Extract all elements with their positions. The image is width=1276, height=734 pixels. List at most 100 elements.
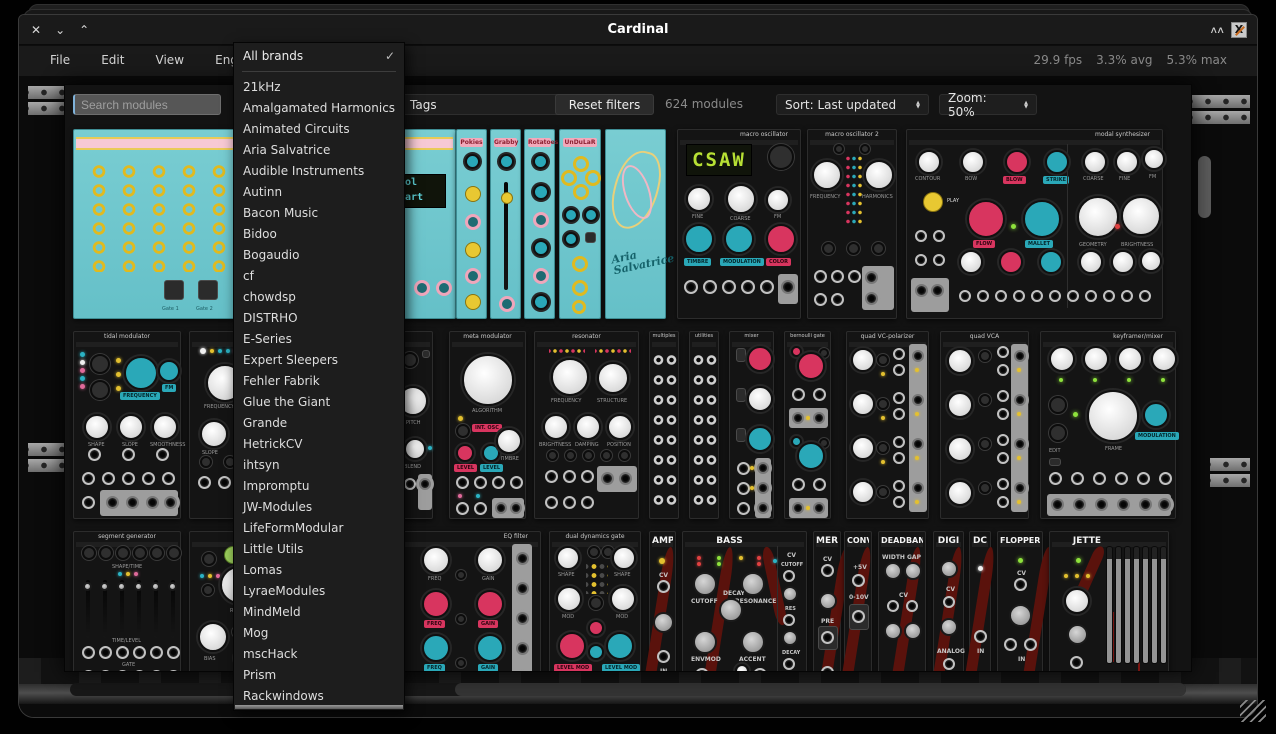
knob — [979, 482, 991, 494]
menu-item-brand[interactable]: LyraeModules — [234, 581, 404, 602]
knob — [834, 144, 844, 154]
jack — [997, 364, 1009, 376]
menu-item-brand[interactable]: ihtsyn — [234, 455, 404, 476]
search-input[interactable] — [73, 94, 221, 115]
menu-item-brand[interactable]: Bidoo — [234, 224, 404, 245]
module-card-mixer[interactable]: mixer — [729, 331, 774, 519]
menu-item-brand[interactable]: JW-Modules — [234, 497, 404, 518]
menu-item-brand[interactable]: chowdsp — [234, 287, 404, 308]
module-card-macro-oscillator[interactable]: macro oscillator CSAW FINE COARSE FM TIM… — [677, 129, 801, 319]
menu-item-brand[interactable]: Prism — [234, 665, 404, 686]
module-card-flopper[interactable]: FLOPPER CV IN — [997, 531, 1043, 672]
module-card-digi[interactable]: DIGI CV ANALOG — [933, 531, 964, 672]
menu-item-brand[interactable]: Expert Sleepers — [234, 350, 404, 371]
module-card-macro-oscillator-2[interactable]: macro oscillator 2 FREQUENCY HARMONICS — [807, 129, 897, 319]
jack — [814, 270, 827, 283]
zoom-select[interactable]: Zoom: 50% ▲▼ — [939, 94, 1037, 115]
menu-item-brand[interactable]: mscHack — [234, 644, 404, 665]
jack — [813, 502, 825, 514]
knob-ring — [499, 296, 515, 312]
module-card-tidal-modulator[interactable]: tidal modulator FREQUENCY FM SHAPE SLOPE… — [73, 331, 181, 519]
menu-item-brand[interactable]: Animated Circuits — [234, 119, 404, 140]
module-card-multiples[interactable]: multiples — [649, 331, 679, 519]
jack — [1121, 290, 1133, 302]
module-card-amp[interactable]: AMP CV IN — [649, 531, 676, 672]
knob — [967, 200, 1005, 238]
module-card-meta-modulator[interactable]: meta modulator ALGORITHM INT. OSC LEVEL … — [449, 331, 526, 519]
module-card-undular[interactable]: UnDuLaR — [559, 129, 601, 319]
menu-item-all-brands[interactable]: All brands ✓ — [234, 45, 404, 67]
jack — [99, 670, 112, 672]
menu-item-brand[interactable]: Lomas — [234, 560, 404, 581]
menu-item-brand[interactable]: Rackwindows — [234, 686, 404, 707]
menu-item-brand[interactable]: LifeFormModular — [234, 518, 404, 539]
resize-handle-icon[interactable] — [1240, 700, 1266, 722]
vertical-scrollbar-thumb[interactable] — [1198, 156, 1211, 218]
menu-item-brand[interactable]: Audible Instruments — [234, 161, 404, 182]
led — [1059, 378, 1063, 382]
knob — [90, 380, 110, 400]
menu-item-brand[interactable]: Impromptu — [234, 476, 404, 497]
label-chip: LEVEL — [480, 464, 503, 472]
menu-item-brand[interactable]: cf — [234, 266, 404, 287]
module-card-resonator[interactable]: resonator FREQUENCY STRUCTURE BRIGHTNESS… — [534, 331, 639, 519]
reset-filters-button[interactable]: Reset filters — [555, 94, 654, 115]
sort-select[interactable]: Sort: Last updated ▲▼ — [776, 94, 929, 115]
led — [210, 349, 214, 353]
menu-item-brand[interactable]: Fehler Fabrik — [234, 371, 404, 392]
jack — [865, 292, 878, 305]
module-card-mera[interactable]: MERA CV PRE — [813, 531, 841, 672]
module-card-quad-vc-polarizer[interactable]: quad VC-polarizer — [846, 331, 929, 519]
module-card-keyframer-mixer[interactable]: keyframer/mixer MODULATION FRAME EDIT — [1040, 331, 1176, 519]
module-card-bernoulli-gate[interactable]: bernoulli gate — [784, 331, 831, 519]
menu-item-brand[interactable]: Little Utils — [234, 539, 404, 560]
menu-item-brand[interactable]: MindMeld — [234, 602, 404, 623]
jack — [906, 600, 918, 612]
menu-item-brand[interactable]: Aria Salvatrice — [234, 140, 404, 161]
module-card-conv[interactable]: CONV +5V 0-10V 0-10V — [844, 531, 872, 672]
module-card-modal-synthesizer[interactable]: modal synthesizer CONTOUR BOW BLOW STRIK… — [906, 129, 1163, 319]
module-card-quad-vca[interactable]: quad VCA — [940, 331, 1029, 519]
jack — [1004, 638, 1017, 651]
x11-logo-icon[interactable]: X — [1231, 22, 1247, 38]
scroll-more-indicator[interactable] — [235, 705, 403, 709]
menu-item-brand[interactable]: DISTRHO — [234, 308, 404, 329]
menu-item-brand[interactable]: Autinn — [234, 182, 404, 203]
module-card-segment-generator[interactable]: segment generator SHAPE/TIME TIME/LEVEL … — [73, 531, 181, 672]
module-card-dc[interactable]: DC IN — [969, 531, 991, 672]
menu-edit[interactable]: Edit — [88, 46, 137, 74]
module-card-dual-dynamics-gate[interactable]: dual dynamics gate SHAPE SHAPE MOD MOD L… — [549, 531, 641, 672]
knob — [99, 546, 113, 560]
jack — [122, 448, 135, 461]
menu-item-brand[interactable]: Mog — [234, 623, 404, 644]
rail — [1192, 111, 1250, 124]
menu-item-brand[interactable]: Bogaudio — [234, 245, 404, 266]
menu-item-brand[interactable]: Glue the Giant — [234, 392, 404, 413]
module-card-grabby[interactable]: Grabby — [490, 129, 521, 319]
label-chip: MALLET — [1025, 240, 1053, 248]
menu-item-brand[interactable]: Amalgamated Harmonics — [234, 98, 404, 119]
module-card-jette[interactable]: JETTE IN/OCT — [1049, 531, 1169, 672]
module-card-deadband[interactable]: DEADBAND WIDTH GAP CV — [878, 531, 926, 672]
menu-item-brand[interactable]: 21kHz — [234, 77, 404, 98]
module-card-bass[interactable]: BASS CUTOFF RESONANCE DECAY ENVMOD ACCEN… — [682, 531, 807, 672]
horizontal-scrollbar-thumb[interactable] — [455, 683, 1186, 696]
knob — [588, 620, 604, 636]
module-card-utilities[interactable]: utilities — [689, 331, 719, 519]
label-chip: FLOW — [973, 240, 995, 248]
menu-view[interactable]: View — [143, 46, 197, 74]
module-card-rotatoes[interactable]: Rotatoes — [524, 129, 555, 319]
menu-item-brand[interactable]: Bacon Music — [234, 203, 404, 224]
knob — [533, 294, 549, 310]
menu-item-brand[interactable]: E-Series — [234, 329, 404, 350]
knob-label: FRAME — [1105, 446, 1122, 452]
led — [750, 486, 754, 490]
menu-file[interactable]: File — [37, 46, 83, 74]
shade-icon[interactable]: ∧∧ — [1209, 24, 1223, 35]
menu-item-brand[interactable]: HetrickCV — [234, 434, 404, 455]
knob — [565, 450, 576, 461]
knob — [84, 414, 110, 440]
module-card-aria-blurb[interactable]: Aria Salvatrice — [605, 129, 666, 319]
menu-item-brand[interactable]: Grande — [234, 413, 404, 434]
module-card-pokies[interactable]: Pokies — [456, 129, 487, 319]
